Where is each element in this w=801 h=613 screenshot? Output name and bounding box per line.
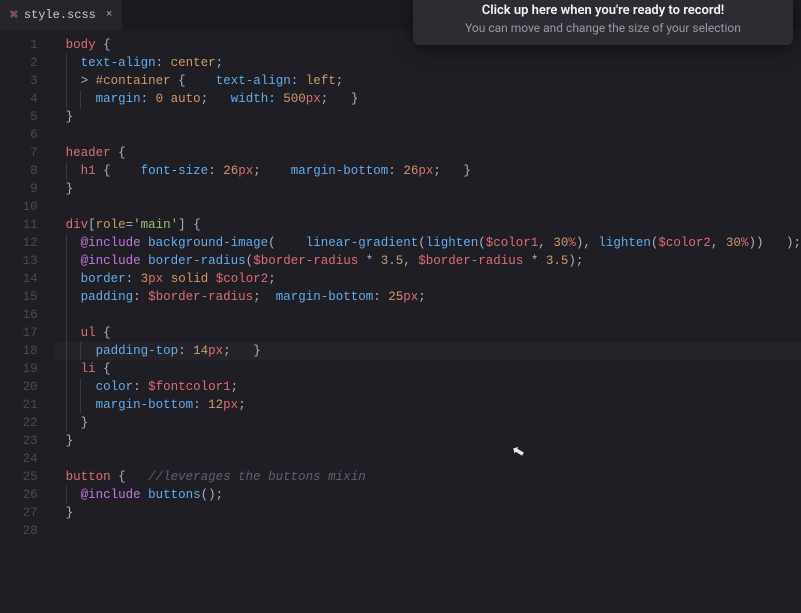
scss-file-icon: ⌘ — [10, 8, 18, 23]
line-number: 24 — [0, 450, 54, 468]
code-line[interactable]: color: $fontcolor1; — [54, 378, 801, 396]
code-line[interactable]: } — [54, 180, 801, 198]
code-line[interactable]: text-align: center; — [54, 54, 801, 72]
tab-label: style.scss — [24, 8, 96, 22]
code-line[interactable]: } — [54, 432, 801, 450]
record-prompt-tooltip[interactable]: Click up here when you're ready to recor… — [413, 0, 793, 45]
line-number: 14 — [0, 270, 54, 288]
line-number: 12 — [0, 234, 54, 252]
code-line[interactable]: padding: $border-radius; margin-bottom: … — [54, 288, 801, 306]
code-line[interactable]: > #container { text-align: left; — [54, 72, 801, 90]
line-number: 9 — [0, 180, 54, 198]
line-number: 15 — [0, 288, 54, 306]
code-line[interactable] — [54, 126, 801, 144]
line-number: 26 — [0, 486, 54, 504]
code-line[interactable]: margin-bottom: 12px; — [54, 396, 801, 414]
code-line[interactable]: } — [54, 414, 801, 432]
code-line[interactable]: margin: 0 auto; width: 500px; } — [54, 90, 801, 108]
line-number: 4 — [0, 90, 54, 108]
line-number: 2 — [0, 54, 54, 72]
code-line[interactable]: ul { — [54, 324, 801, 342]
line-number: 7 — [0, 144, 54, 162]
line-number: 16 — [0, 306, 54, 324]
line-number: 5 — [0, 108, 54, 126]
line-number: 10 — [0, 198, 54, 216]
code-line[interactable]: @include border-radius($border-radius * … — [54, 252, 801, 270]
line-number: 20 — [0, 378, 54, 396]
code-line[interactable]: li { — [54, 360, 801, 378]
code-area[interactable]: body { text-align: center; > #container … — [54, 30, 801, 613]
line-number: 21 — [0, 396, 54, 414]
code-line[interactable]: padding-top: 14px; } — [54, 342, 801, 360]
line-number: 22 — [0, 414, 54, 432]
line-number: 25 — [0, 468, 54, 486]
code-line[interactable]: } — [54, 504, 801, 522]
code-line[interactable] — [54, 198, 801, 216]
close-icon[interactable]: × — [106, 9, 113, 21]
tooltip-title: Click up here when you're ready to recor… — [425, 3, 781, 18]
code-editor[interactable]: 1234567891011121314151617181920212223242… — [0, 30, 801, 613]
tab-style-scss[interactable]: ⌘ style.scss × — [0, 0, 122, 30]
line-number: 28 — [0, 522, 54, 540]
code-line[interactable] — [54, 522, 801, 540]
code-line[interactable] — [54, 450, 801, 468]
code-line[interactable]: div[role='main'] { — [54, 216, 801, 234]
line-number: 1 — [0, 36, 54, 54]
line-number: 19 — [0, 360, 54, 378]
code-line[interactable]: button { //leverages the buttons mixin — [54, 468, 801, 486]
line-number-gutter: 1234567891011121314151617181920212223242… — [0, 30, 54, 613]
line-number: 18 — [0, 342, 54, 360]
code-line[interactable]: @include buttons(); — [54, 486, 801, 504]
code-line[interactable]: h1 { font-size: 26px; margin-bottom: 26p… — [54, 162, 801, 180]
line-number: 6 — [0, 126, 54, 144]
line-number: 27 — [0, 504, 54, 522]
line-number: 17 — [0, 324, 54, 342]
code-line[interactable] — [54, 306, 801, 324]
line-number: 23 — [0, 432, 54, 450]
code-line[interactable]: header { — [54, 144, 801, 162]
code-line[interactable]: border: 3px solid $color2; — [54, 270, 801, 288]
code-line[interactable]: @include background-image( linear-gradie… — [54, 234, 801, 252]
line-number: 8 — [0, 162, 54, 180]
line-number: 13 — [0, 252, 54, 270]
line-number: 11 — [0, 216, 54, 234]
code-line[interactable]: } — [54, 108, 801, 126]
tooltip-subtitle: You can move and change the size of your… — [425, 21, 781, 35]
line-number: 3 — [0, 72, 54, 90]
